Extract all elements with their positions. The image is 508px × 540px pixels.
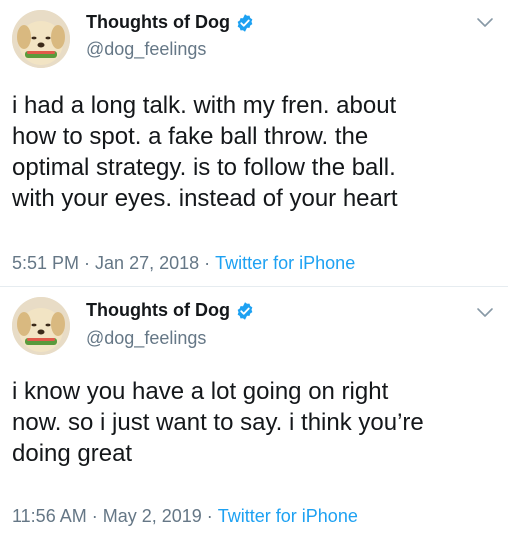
avatar[interactable] (12, 10, 70, 68)
author-row: Thoughts of Dog (86, 12, 255, 33)
dog-avatar-icon (12, 10, 70, 68)
tweet-text: i know you have a lot going on right now… (12, 376, 502, 469)
verified-badge-icon (237, 301, 253, 320)
handle[interactable]: @dog_feelings (86, 39, 206, 60)
tweet-text-line: with your eyes. instead of your heart (12, 185, 398, 212)
chevron-down-icon[interactable] (476, 307, 494, 319)
meta-separator: · (91, 506, 98, 526)
tweet-text-line: optimal strategy. is to follow the ball. (12, 154, 396, 181)
tweet-text-line: i know you have a lot going on right (12, 378, 389, 405)
verified-badge-icon (237, 13, 253, 32)
tweet-date[interactable]: Jan 27, 2018 (95, 253, 199, 273)
tweet-date[interactable]: May 2, 2019 (103, 506, 202, 526)
tweet-text: i had a long talk. with my fren. about h… (12, 90, 502, 214)
avatar[interactable] (12, 297, 70, 355)
author-row: Thoughts of Dog (86, 300, 255, 321)
tweet-text-line: i had a long talk. with my fren. about (12, 92, 397, 119)
display-name[interactable]: Thoughts of Dog (86, 12, 230, 33)
dog-avatar-icon (12, 297, 70, 355)
tweet-meta: 11:56 AM · May 2, 2019 · Twitter for iPhone (12, 506, 358, 527)
tweet-2[interactable]: Thoughts of Dog @dog_feelings i know you… (0, 287, 508, 540)
meta-separator: · (206, 506, 213, 526)
tweet-1[interactable]: Thoughts of Dog @dog_feelings i had a lo… (0, 0, 508, 287)
tweet-time[interactable]: 11:56 AM (12, 506, 87, 526)
display-name[interactable]: Thoughts of Dog (86, 300, 230, 321)
tweet-meta: 5:51 PM · Jan 27, 2018 · Twitter for iPhone (12, 253, 355, 274)
tweet-text-line: doing great (12, 440, 133, 467)
tweet-text-line: now. so i just want to say. i think you’… (12, 409, 424, 436)
tweet-source-link[interactable]: Twitter for iPhone (218, 506, 358, 526)
handle[interactable]: @dog_feelings (86, 328, 206, 349)
chevron-down-icon[interactable] (476, 17, 494, 29)
tweet-source-link[interactable]: Twitter for iPhone (215, 253, 355, 273)
meta-separator: · (84, 253, 91, 273)
tweet-time[interactable]: 5:51 PM (12, 253, 79, 273)
meta-separator: · (204, 253, 211, 273)
tweet-text-line: how to spot. a fake ball throw. the (12, 123, 369, 150)
